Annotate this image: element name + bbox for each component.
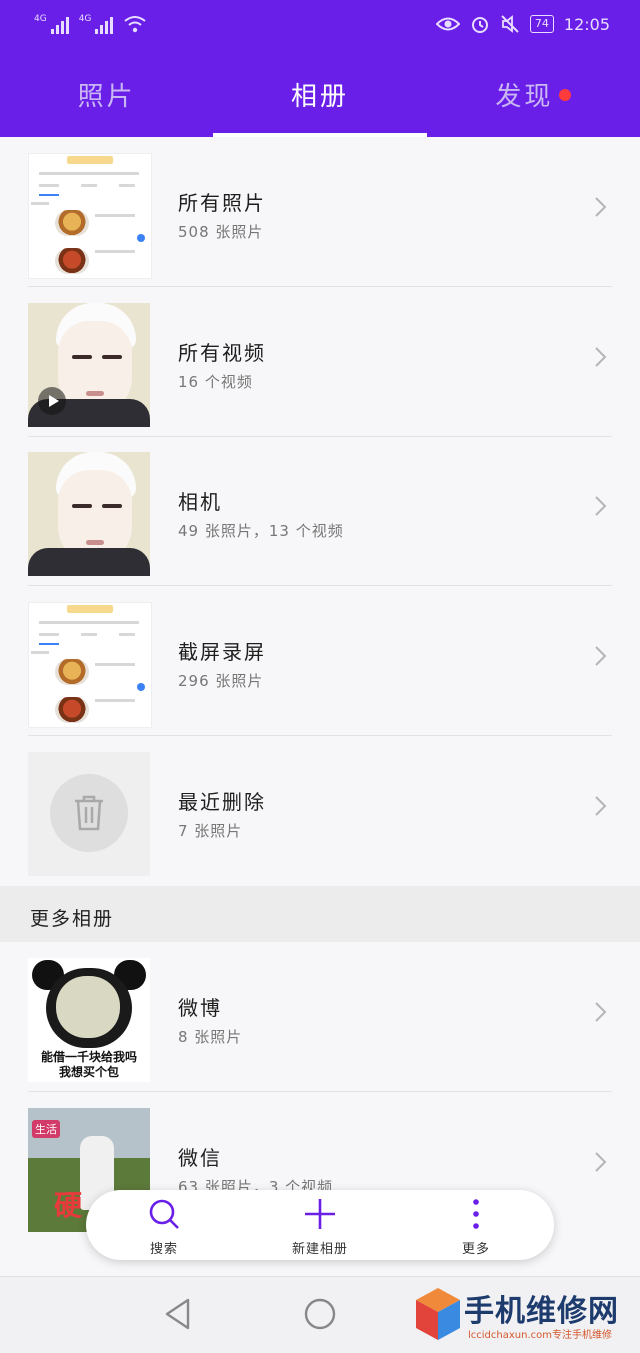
album-weibo[interactable]: 能借一千块给我吗 我想买个包 微博 8 张照片 bbox=[0, 942, 640, 1092]
tab-albums[interactable]: 相册 bbox=[213, 60, 427, 137]
album-all-photos[interactable]: 所有照片 508 张照片 bbox=[0, 137, 640, 287]
battery-icon: 74 bbox=[529, 15, 554, 33]
section-header-more-albums: 更多相册 bbox=[0, 886, 640, 942]
clock: 12:05 bbox=[563, 14, 610, 34]
album-title: 微博 bbox=[178, 996, 222, 1020]
network-type-2: 4G bbox=[78, 14, 92, 24]
search-button[interactable]: 搜索 bbox=[86, 1190, 242, 1260]
album-thumbnail bbox=[28, 452, 150, 576]
album-thumbnail bbox=[28, 602, 152, 728]
album-recently-deleted[interactable]: 最近删除 7 张照片 bbox=[0, 736, 640, 886]
network-type-1: 4G bbox=[34, 14, 47, 24]
wifi-icon bbox=[124, 16, 147, 33]
album-thumbnail: 能借一千块给我吗 我想买个包 bbox=[28, 958, 150, 1082]
floating-action-bar: 搜索 新建相册 更多 bbox=[86, 1190, 554, 1260]
thumb-tag: 生活 bbox=[32, 1120, 60, 1138]
home-icon[interactable] bbox=[303, 1297, 337, 1331]
signal-icon: 4G bbox=[34, 14, 69, 34]
watermark-logo-icon bbox=[416, 1288, 460, 1340]
more-button[interactable]: 更多 bbox=[398, 1190, 554, 1260]
more-label: 更多 bbox=[461, 1242, 490, 1257]
tab-photos[interactable]: 照片 bbox=[0, 60, 213, 137]
chevron-right-icon bbox=[595, 197, 607, 217]
album-title: 微信 bbox=[178, 1146, 222, 1170]
thumb-caption: 能借一千块给我吗 bbox=[40, 1050, 137, 1064]
album-thumbnail bbox=[28, 303, 150, 427]
more-vertical-icon bbox=[473, 1199, 479, 1229]
album-count: 296 张照片 bbox=[178, 672, 264, 690]
album-count: 7 张照片 bbox=[178, 822, 243, 840]
album-thumbnail bbox=[28, 153, 152, 279]
back-icon[interactable] bbox=[162, 1297, 192, 1331]
album-title: 所有照片 bbox=[178, 191, 266, 215]
watermark-url: lccidchaxun.com专注手机维修 bbox=[468, 1330, 612, 1341]
signal-icon-2: 4G bbox=[79, 14, 114, 34]
tab-discover[interactable]: 发现 bbox=[427, 60, 640, 137]
album-camera[interactable]: 相机 49 张照片，13 个视频 bbox=[0, 436, 640, 586]
watermark: 手机维修网 lccidchaxun.com专注手机维修 bbox=[410, 1282, 640, 1348]
chevron-right-icon bbox=[595, 796, 607, 816]
chevron-right-icon bbox=[595, 646, 607, 666]
trash-icon bbox=[75, 795, 103, 831]
thumb-caption: 我想买个包 bbox=[58, 1065, 119, 1079]
play-icon bbox=[38, 387, 66, 415]
watermark-title: 手机维修网 bbox=[464, 1294, 619, 1329]
album-count: 508 张照片 bbox=[178, 223, 264, 241]
notification-dot bbox=[559, 88, 572, 101]
app-header: 4G 4G 74 12:05 照片 相册 发现 bbox=[0, 0, 640, 137]
album-count: 49 张照片，13 个视频 bbox=[178, 522, 344, 540]
new-album-label: 新建相册 bbox=[291, 1242, 348, 1257]
plus-icon bbox=[305, 1199, 335, 1229]
chevron-right-icon bbox=[595, 1002, 607, 1022]
album-thumbnail bbox=[28, 752, 150, 876]
album-title: 所有视频 bbox=[178, 341, 266, 365]
album-screenshots[interactable]: 截屏录屏 296 张照片 bbox=[0, 586, 640, 736]
new-album-button[interactable]: 新建相册 bbox=[242, 1190, 398, 1260]
alarm-icon bbox=[471, 17, 488, 33]
eye-comfort-icon bbox=[435, 17, 460, 31]
album-count: 8 张照片 bbox=[178, 1028, 243, 1046]
status-bar: 4G 4G 74 12:05 bbox=[0, 0, 640, 52]
album-all-videos[interactable]: 所有视频 16 个视频 bbox=[0, 287, 640, 437]
search-icon bbox=[149, 1199, 179, 1229]
search-label: 搜索 bbox=[149, 1242, 178, 1257]
album-title: 最近删除 bbox=[178, 790, 266, 814]
thumb-text: 硬 bbox=[54, 1189, 87, 1222]
chevron-right-icon bbox=[595, 496, 607, 516]
top-tabs: 照片 相册 发现 bbox=[0, 60, 640, 137]
chevron-right-icon bbox=[595, 1152, 607, 1172]
mute-icon bbox=[501, 15, 519, 33]
chevron-right-icon bbox=[595, 347, 607, 367]
album-title: 截屏录屏 bbox=[178, 640, 266, 664]
album-title: 相机 bbox=[178, 490, 222, 514]
album-count: 16 个视频 bbox=[178, 373, 253, 391]
section-title: 更多相册 bbox=[30, 908, 115, 930]
